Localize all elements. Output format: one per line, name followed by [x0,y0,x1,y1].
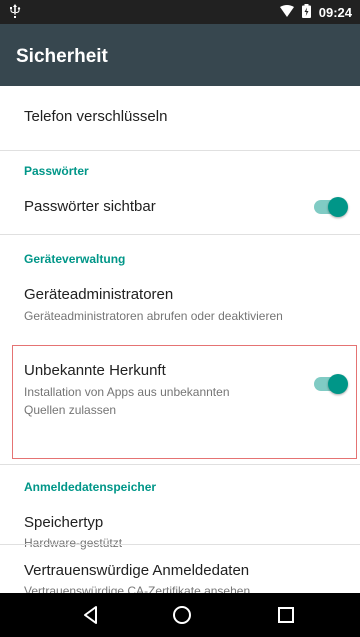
status-time: 09:24 [318,5,352,20]
setting-summary: Vertrauenswürdige CA-Zertifikate ansehen [24,584,251,593]
setting-device-admins[interactable]: Geräteadministratoren Geräteadministrato… [0,272,360,334]
back-icon[interactable] [79,603,103,627]
divider [0,150,360,151]
divider [0,234,360,235]
setting-title: Passwörter sichtbar [24,198,156,215]
category-credential-storage: Anmeldedatenspeicher [24,480,157,494]
show-passwords-switch[interactable] [310,195,350,219]
divider [0,544,360,545]
battery-charging-icon [301,4,311,21]
wifi-icon [279,5,294,20]
setting-phone-encrypt[interactable]: Telefon verschlüsseln [0,86,360,150]
category-passwords: Passwörter [24,164,89,178]
home-icon[interactable] [170,603,194,627]
switch-thumb [328,197,348,217]
setting-summary: Geräteadministratoren abrufen oder deakt… [24,309,283,323]
highlight-box [12,345,357,459]
setting-show-passwords[interactable]: Passwörter sichtbar [0,182,360,234]
category-device-admin: Geräteverwaltung [24,252,126,266]
settings-list[interactable]: Telefon verschlüsseln Passwörter Passwör… [0,86,360,593]
page-title: Sicherheit [16,46,108,67]
nav-bar [0,593,360,637]
setting-title: Telefon verschlüsseln [24,108,168,125]
setting-title: Speichertyp [24,514,104,531]
divider [0,464,360,465]
usb-icon [9,4,21,21]
status-bar: 09:24 [0,0,360,24]
app-bar: Sicherheit [0,24,360,86]
setting-title: Vertrauenswürdige Anmeldedaten [24,562,250,579]
recents-icon[interactable] [274,603,298,627]
setting-title: Geräteadministratoren [24,286,174,303]
setting-trusted-credentials[interactable]: Vertrauenswürdige Anmeldedaten Vertrauen… [0,546,360,593]
